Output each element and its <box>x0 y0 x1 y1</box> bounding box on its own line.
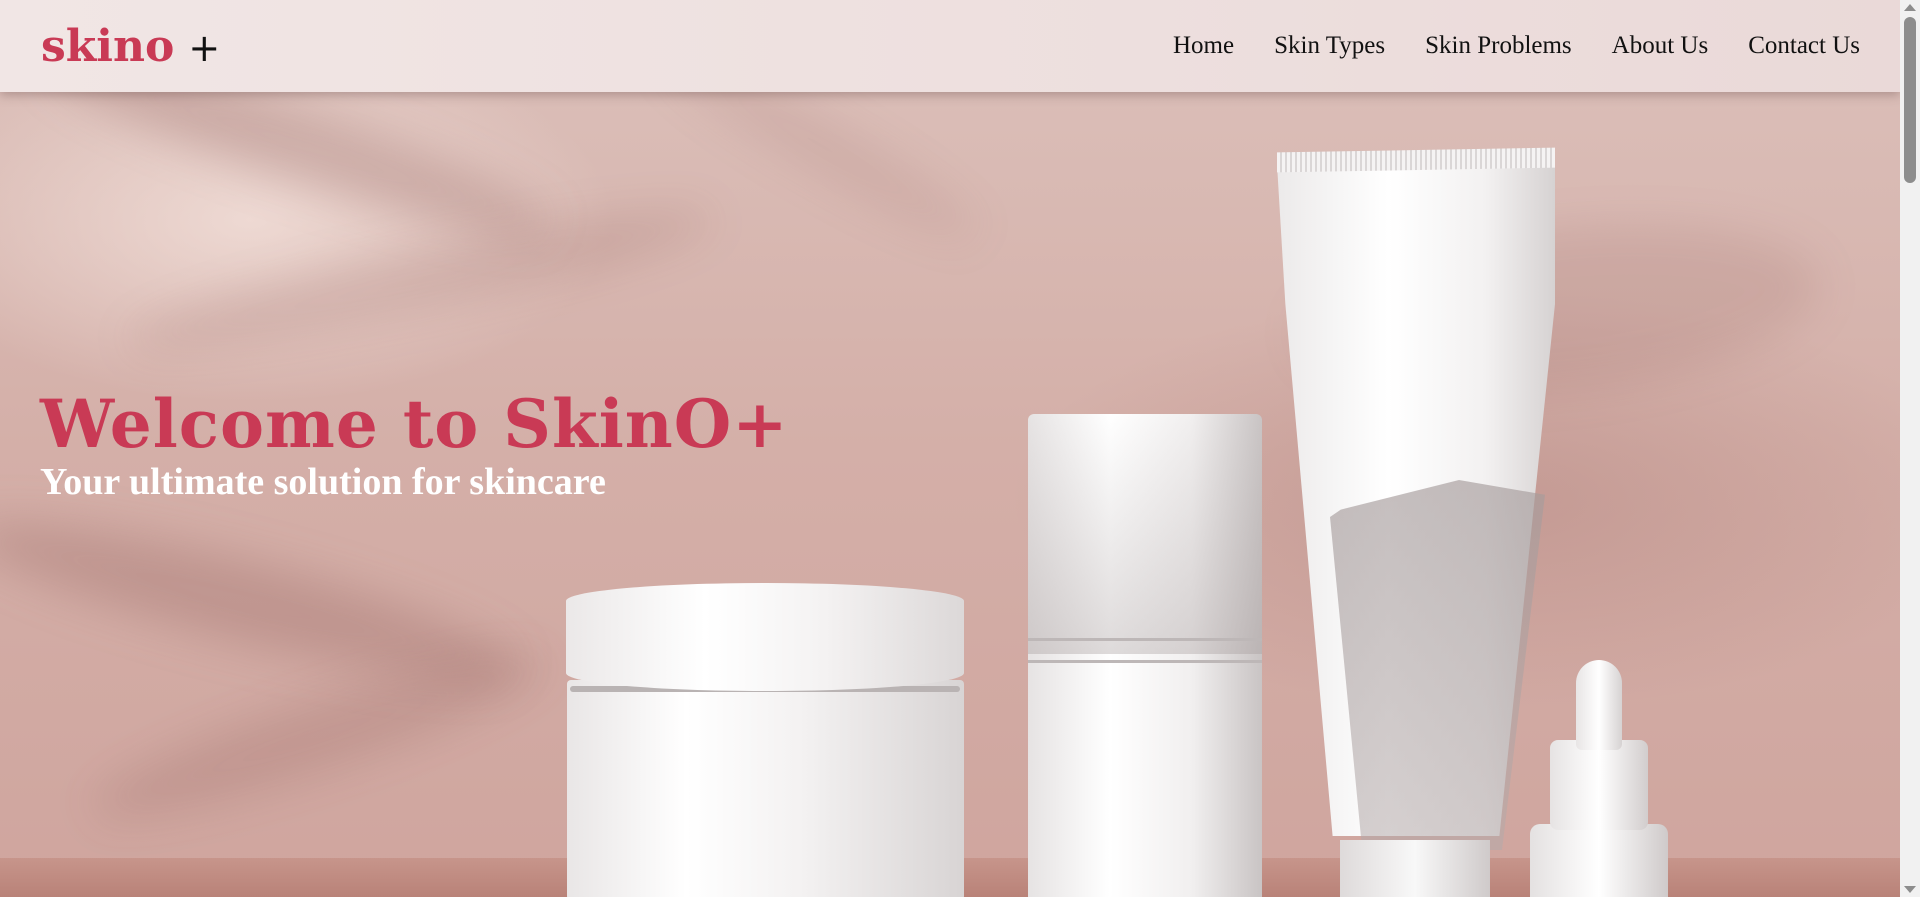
vertical-scrollbar[interactable] <box>1900 0 1920 897</box>
main-nav: Home Skin Types Skin Problems About Us C… <box>1173 32 1860 60</box>
dropper-bottle-neck <box>1550 740 1648 830</box>
hero-title: Welcome to SkinO+ <box>40 385 789 463</box>
hero-subtitle: Your ultimate solution for skincare <box>40 461 606 503</box>
hero-text: Welcome to SkinO+ Your ultimate solution… <box>40 382 789 504</box>
nav-link-skin-problems[interactable]: Skin Problems <box>1425 32 1572 60</box>
brand-plus: + <box>188 25 221 70</box>
nav-link-contact-us[interactable]: Contact Us <box>1748 32 1860 60</box>
lotion-tube-cap <box>1340 840 1490 897</box>
nav-link-about-us[interactable]: About Us <box>1612 32 1709 60</box>
page: Welcome to SkinO+ Your ultimate solution… <box>0 0 1900 897</box>
serum-bottle-seam <box>1028 660 1262 663</box>
serum-bottle-seam <box>1028 638 1262 641</box>
cream-jar <box>567 680 964 897</box>
site-header: skino + Home Skin Types Skin Problems Ab… <box>0 0 1900 92</box>
serum-bottle-shade <box>1028 414 1262 654</box>
leaf-shadow <box>80 627 560 843</box>
cream-jar-lid <box>566 583 964 691</box>
brand-logo[interactable]: skino + <box>41 21 220 72</box>
scroll-up-arrow-icon[interactable] <box>1904 4 1916 11</box>
nav-link-skin-types[interactable]: Skin Types <box>1274 32 1385 60</box>
scroll-down-arrow-icon[interactable] <box>1904 886 1916 893</box>
dropper-bulb <box>1576 660 1622 750</box>
nav-link-home[interactable]: Home <box>1173 32 1234 60</box>
dropper-bottle <box>1530 824 1668 897</box>
leaf-shadow <box>120 188 720 372</box>
brand-name: skino <box>41 20 175 72</box>
lotion-tube-shadow <box>1330 480 1545 850</box>
scrollbar-thumb[interactable] <box>1904 17 1916 183</box>
